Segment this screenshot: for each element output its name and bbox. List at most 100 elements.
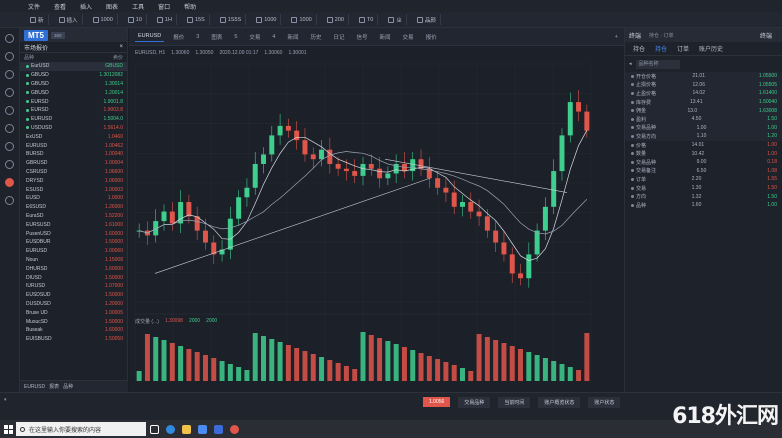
chart-tab[interactable]: 历史: [307, 31, 324, 43]
symbol-row[interactable]: GBUSD 1.30014: [20, 80, 127, 89]
chart-tab[interactable]: 报价: [423, 31, 440, 43]
chart-area[interactable]: EURUSD 报价 3 图表 5 交易 4 新闻 历史 日记 信号 新闻 交易 报价 + EURUSD, H…: [129, 28, 624, 392]
chart-tab[interactable]: 信号: [354, 31, 371, 43]
terminal-row[interactable]: 方向 1.32 1.50: [625, 192, 782, 201]
terminal-row[interactable]: 止损价格 12.06 1.05505: [625, 80, 782, 90]
symbol-row[interactable]: GBUSD 1.3012082: [20, 71, 127, 80]
symbol-row[interactable]: EurUSD GBUSD: [20, 62, 127, 71]
settings-icon[interactable]: [5, 196, 14, 205]
symbol-row[interactable]: GBUSD 1.20014: [20, 88, 127, 97]
windows-start-icon[interactable]: [0, 420, 16, 438]
toolbar-button[interactable]: 新: [26, 14, 49, 25]
chart-tab[interactable]: 日记: [331, 31, 348, 43]
toolbar-button[interactable]: 1000: [287, 14, 317, 25]
toolbar-button[interactable]: 1000: [252, 14, 282, 25]
terminal-tab[interactable]: 持仓: [655, 44, 667, 53]
chart-tab[interactable]: 4: [269, 32, 278, 42]
symbol-row[interactable]: CSRUSD 1.06600: [20, 168, 127, 177]
symbol-row[interactable]: Buseak 1.60000: [20, 326, 127, 335]
symbol-row[interactable]: EURUSD 1.00060: [20, 247, 127, 256]
symbol-row[interactable]: DRYSD 1.06000: [20, 176, 127, 185]
symbol-row[interactable]: EuraSD 1.52200: [20, 212, 127, 221]
chart-tab[interactable]: 交易: [400, 31, 417, 43]
menu-item[interactable]: 插入: [80, 2, 92, 11]
toolbar-button[interactable]: T0: [355, 14, 379, 25]
task-view-icon[interactable]: [146, 420, 162, 438]
symbol-row[interactable]: IURUSD 1.07000: [20, 282, 127, 291]
chart-tab[interactable]: 交易: [246, 31, 263, 43]
terminal-row[interactable]: 交易品种 1.00 1.00: [625, 123, 782, 133]
symbol-row[interactable]: EUSDBUR 1.50000: [20, 238, 127, 247]
news-icon[interactable]: [5, 106, 14, 115]
symbol-row[interactable]: EURSUSD 1.61000: [20, 220, 127, 229]
terminal-row[interactable]: 交易品种 9.00 0.18: [625, 158, 782, 167]
history-icon[interactable]: [5, 142, 14, 151]
trade-icon[interactable]: [5, 70, 14, 79]
toolbar-button[interactable]: 1000: [89, 14, 118, 25]
chart-tab[interactable]: EURUSD: [135, 31, 165, 42]
symbol-search-input[interactable]: 品种名称: [635, 59, 680, 69]
terminal-row[interactable]: 订单 2.20 1.55: [625, 175, 782, 184]
symbol-row[interactable]: EURSD 1.9001.8: [20, 97, 127, 106]
symbol-row[interactable]: MusucSD 1.50000: [20, 317, 127, 326]
watch-bottom-tab[interactable]: 品种: [63, 383, 73, 390]
chart-tab[interactable]: 报价: [170, 31, 187, 43]
terminal-tab[interactable]: 订单: [677, 44, 689, 53]
symbol-row[interactable]: DUSDUSD 1.20000: [20, 300, 127, 309]
symbol-row[interactable]: EUSDSUD 1.50000: [20, 291, 127, 300]
terminal-row[interactable]: 品种 1.60 1.00: [625, 201, 782, 210]
chart-icon[interactable]: [5, 52, 14, 61]
menu-item[interactable]: 窗口: [158, 2, 170, 11]
terminal-row[interactable]: 交易方向 1.10 1.20: [625, 132, 782, 141]
menu-item[interactable]: 查看: [54, 2, 66, 11]
menu-item[interactable]: 工具: [132, 2, 144, 11]
terminal-row[interactable]: 库存费 13.41 1.50040: [625, 97, 782, 107]
status-item[interactable]: 账户概览状态: [538, 397, 581, 408]
edge-icon[interactable]: [162, 420, 178, 438]
calendar-icon[interactable]: [5, 124, 14, 133]
symbol-row[interactable]: BURSD 1.00040: [20, 150, 127, 159]
symbol-row[interactable]: E6SUSD 1.26000: [20, 203, 127, 212]
terminal-row[interactable]: 佣金 13.0 1.63008: [625, 106, 782, 115]
folder-icon[interactable]: [178, 420, 194, 438]
terminal-tab-main[interactable]: 终端: [760, 31, 772, 40]
chevron-down-icon[interactable]: ▾: [4, 397, 7, 403]
terminal-row[interactable]: 止盈价格 14.02 1.61400: [625, 89, 782, 98]
mailbox-icon[interactable]: [5, 160, 14, 169]
status-price-button[interactable]: 1.0056: [423, 397, 451, 407]
taskbar-search-input[interactable]: 在这里输入你要搜索的内容: [16, 422, 146, 436]
watch-bottom-tab[interactable]: EURUSD: [24, 384, 45, 390]
chart-tab[interactable]: 3: [193, 32, 202, 42]
symbol-row[interactable]: EURUSD 1.5004.0: [20, 115, 127, 124]
toolbar-button[interactable]: 200: [323, 14, 349, 25]
terminal-row[interactable]: 盈利 4.50 1.50: [625, 114, 782, 124]
terminal-row[interactable]: 价格 14.01 1.00: [625, 141, 782, 150]
symbol-row[interactable]: EURSD 1.9003.8: [20, 106, 127, 115]
mail-icon[interactable]: [210, 420, 226, 438]
toolbar-button[interactable]: 1S5S: [216, 14, 247, 25]
toolbar-button[interactable]: 插入: [55, 14, 83, 25]
symbol-row[interactable]: DHURSD 1.60000: [20, 264, 127, 273]
symbol-row[interactable]: GBRUSD 1.00004: [20, 159, 127, 168]
chart-tab[interactable]: 新闻: [284, 31, 301, 43]
toolbar-button[interactable]: 1H: [153, 14, 177, 25]
menu-item[interactable]: 帮助: [184, 2, 196, 11]
signal-icon[interactable]: [5, 88, 14, 97]
symbol-row[interactable]: ExUSD 1.0460: [20, 132, 127, 141]
terminal-row[interactable]: 开仓价格 21.01 1.05500: [625, 72, 782, 81]
terminal-row[interactable]: 交易 1.30 1.50: [625, 184, 782, 193]
chart-tab[interactable]: 5: [231, 32, 240, 42]
watch-bottom-tab[interactable]: 报表: [49, 383, 59, 390]
menu-item[interactable]: 文件: [28, 2, 40, 11]
toolbar-button[interactable]: ㄓ: [384, 14, 407, 25]
mt5-app-icon[interactable]: [226, 420, 242, 438]
status-item[interactable]: 交易品种: [458, 397, 491, 408]
chart-tab[interactable]: 新闻: [377, 31, 394, 43]
store-icon[interactable]: [194, 420, 210, 438]
symbol-row[interactable]: DIUSD 1.50000: [20, 273, 127, 282]
terminal-row[interactable]: 交易备注 6.50 1.08: [625, 167, 782, 176]
symbol-row[interactable]: Bruse UD 1.00005: [20, 308, 127, 317]
alert-icon[interactable]: [5, 178, 14, 187]
close-icon[interactable]: ×: [119, 44, 123, 50]
toolbar-button[interactable]: 10: [124, 14, 147, 25]
